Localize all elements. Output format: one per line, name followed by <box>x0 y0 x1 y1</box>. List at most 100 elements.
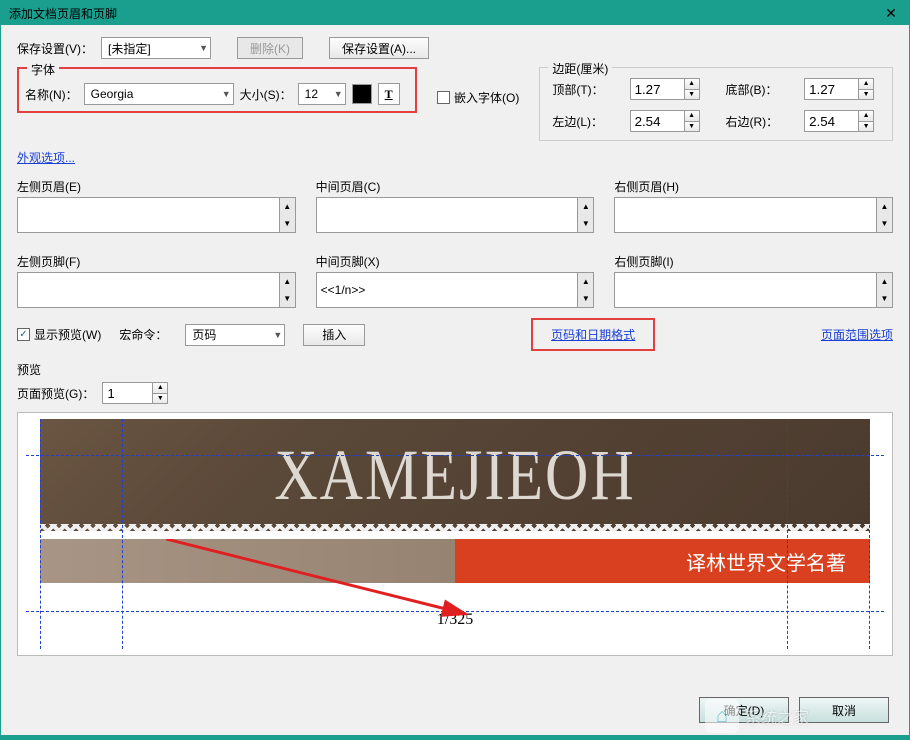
save-settings-value: [未指定] <box>108 40 151 57</box>
margin-right-input[interactable] <box>804 110 858 132</box>
left-footer-label: 左侧页脚(F) <box>17 253 296 270</box>
scroll-down-icon[interactable]: ▼ <box>877 290 892 307</box>
titlebar: 添加文档页眉和页脚 ✕ <box>1 1 909 25</box>
page-range-options-link[interactable]: 页面范围选项 <box>821 326 893 343</box>
macro-select[interactable]: 页码 ▼ <box>185 324 285 346</box>
right-footer-input[interactable] <box>614 272 876 308</box>
underline-button[interactable]: T <box>378 83 400 105</box>
close-button[interactable]: ✕ <box>877 3 905 23</box>
preview-area: XAMEJIEOH 译林世界文学名著 1/325 <box>26 419 884 649</box>
chevron-down-icon: ▼ <box>334 89 343 99</box>
center-header-input[interactable] <box>316 197 578 233</box>
scroll-up-icon[interactable]: ▲ <box>578 198 593 215</box>
format-link-highlight: 页码和日期格式 <box>531 318 655 351</box>
scroll-up-icon[interactable]: ▲ <box>280 273 295 290</box>
macro-label: 宏命令： <box>119 326 167 343</box>
right-footer-label: 右侧页脚(I) <box>614 253 893 270</box>
margin-left-label: 左边(L)： <box>552 113 609 130</box>
page-preview-spinner[interactable]: ▲▼ <box>102 382 168 404</box>
font-name-label: 名称(N)： <box>25 86 78 103</box>
margin-right-label: 右边(R)： <box>725 113 784 130</box>
dialog-window: 添加文档页眉和页脚 ✕ 保存设置(V)： [未指定] ▼ 删除(K) 保存设置(… <box>0 0 910 740</box>
show-preview-checkbox[interactable]: ✓ <box>17 328 30 341</box>
margin-bottom-label: 底部(B)： <box>725 81 784 98</box>
margin-bottom-spinner[interactable]: ▲▼ <box>804 78 880 100</box>
scroll-up-icon[interactable]: ▲ <box>280 198 295 215</box>
preview-footer-banner: 译林世界文学名著 <box>40 539 870 583</box>
chevron-down-icon: ▼ <box>222 89 231 99</box>
center-header-label: 中间页眉(C) <box>316 178 595 195</box>
right-header-input[interactable] <box>614 197 876 233</box>
save-settings-label: 保存设置(V)： <box>17 40 93 57</box>
margin-right-spinner[interactable]: ▲▼ <box>804 110 880 132</box>
font-size-select[interactable]: 12 ▼ <box>298 83 346 105</box>
font-name-value: Georgia <box>91 87 134 101</box>
font-legend: 字体 <box>27 61 59 78</box>
font-color-swatch[interactable] <box>352 84 372 104</box>
save-settings-select[interactable]: [未指定] ▼ <box>101 37 211 59</box>
margin-top-input[interactable] <box>630 78 684 100</box>
font-size-label: 大小(S)： <box>240 86 292 103</box>
right-header-label: 右侧页眉(H) <box>614 178 893 195</box>
font-name-select[interactable]: Georgia ▼ <box>84 83 234 105</box>
spinner-down-icon[interactable]: ▼ <box>685 122 699 132</box>
appearance-options-link[interactable]: 外观选项... <box>17 151 75 165</box>
embed-font-checkbox-wrap: 嵌入字体(O) <box>437 89 519 106</box>
scroll-down-icon[interactable]: ▼ <box>280 290 295 307</box>
spinner-down-icon[interactable]: ▼ <box>859 90 873 100</box>
scroll-up-icon[interactable]: ▲ <box>877 198 892 215</box>
left-header-input[interactable] <box>17 197 279 233</box>
save-settings-button[interactable]: 保存设置(A)... <box>329 37 429 59</box>
spinner-up-icon[interactable]: ▲ <box>859 111 873 122</box>
spinner-down-icon[interactable]: ▼ <box>859 122 873 132</box>
margin-top-spinner[interactable]: ▲▼ <box>630 78 706 100</box>
spinner-up-icon[interactable]: ▲ <box>153 383 167 394</box>
margin-bottom-input[interactable] <box>804 78 858 100</box>
preview-label: 预览 <box>17 363 41 377</box>
delete-button: 删除(K) <box>237 37 303 59</box>
scroll-down-icon[interactable]: ▼ <box>578 290 593 307</box>
margin-group: 边距(厘米) 顶部(T)： ▲▼ 底部(B)： ▲▼ 左边(L)： <box>539 67 893 141</box>
preview-header-watermark: XAMEJIEOH <box>274 434 635 517</box>
page-preview-label: 页面预览(G)： <box>17 385 94 402</box>
spinner-down-icon[interactable]: ▼ <box>153 394 167 404</box>
left-header-label: 左侧页眉(E) <box>17 178 296 195</box>
font-group-highlight: 字体 名称(N)： Georgia ▼ 大小(S)： 12 ▼ T <box>17 67 417 113</box>
spinner-up-icon[interactable]: ▲ <box>685 79 699 90</box>
preview-header-image: XAMEJIEOH <box>40 419 870 531</box>
spinner-up-icon[interactable]: ▲ <box>859 79 873 90</box>
page-preview-input[interactable] <box>102 382 152 404</box>
spinner-up-icon[interactable]: ▲ <box>685 111 699 122</box>
scroll-up-icon[interactable]: ▲ <box>877 273 892 290</box>
scroll-down-icon[interactable]: ▼ <box>280 215 295 232</box>
preview-footer-image: 译林世界文学名著 1/325 <box>40 539 870 649</box>
macro-select-value: 页码 <box>192 326 216 343</box>
margin-left-input[interactable] <box>630 110 684 132</box>
watermark-text: 系统之家 <box>745 704 809 728</box>
watermark-logo-icon: ⌂ <box>705 699 739 733</box>
margin-top-label: 顶部(T)： <box>552 81 609 98</box>
window-title: 添加文档页眉和页脚 <box>9 5 117 22</box>
preview-container: XAMEJIEOH 译林世界文学名著 1/325 <box>17 412 893 656</box>
spinner-down-icon[interactable]: ▼ <box>685 90 699 100</box>
margin-left-spinner[interactable]: ▲▼ <box>630 110 706 132</box>
preview-footer-banner-text: 译林世界文学名著 <box>686 547 846 576</box>
chevron-down-icon: ▼ <box>199 43 208 53</box>
page-date-format-link[interactable]: 页码和日期格式 <box>551 328 635 342</box>
site-watermark: ⌂ 系统之家 <box>705 699 809 733</box>
show-preview-label: 显示预览(W) <box>34 326 101 343</box>
scroll-down-icon[interactable]: ▼ <box>578 215 593 232</box>
insert-button[interactable]: 插入 <box>303 324 365 346</box>
chevron-down-icon: ▼ <box>273 330 282 340</box>
embed-font-checkbox[interactable] <box>437 91 450 104</box>
scroll-down-icon[interactable]: ▼ <box>877 215 892 232</box>
cancel-button[interactable]: 取消 <box>799 697 889 723</box>
embed-font-label: 嵌入字体(O) <box>454 89 519 106</box>
margin-legend: 边距(厘米) <box>548 60 612 77</box>
preview-page-number: 1/325 <box>40 611 870 629</box>
scroll-up-icon[interactable]: ▲ <box>578 273 593 290</box>
left-footer-input[interactable] <box>17 272 279 308</box>
center-footer-label: 中间页脚(X) <box>316 253 595 270</box>
center-footer-input[interactable] <box>316 272 578 308</box>
font-size-value: 12 <box>305 87 318 101</box>
